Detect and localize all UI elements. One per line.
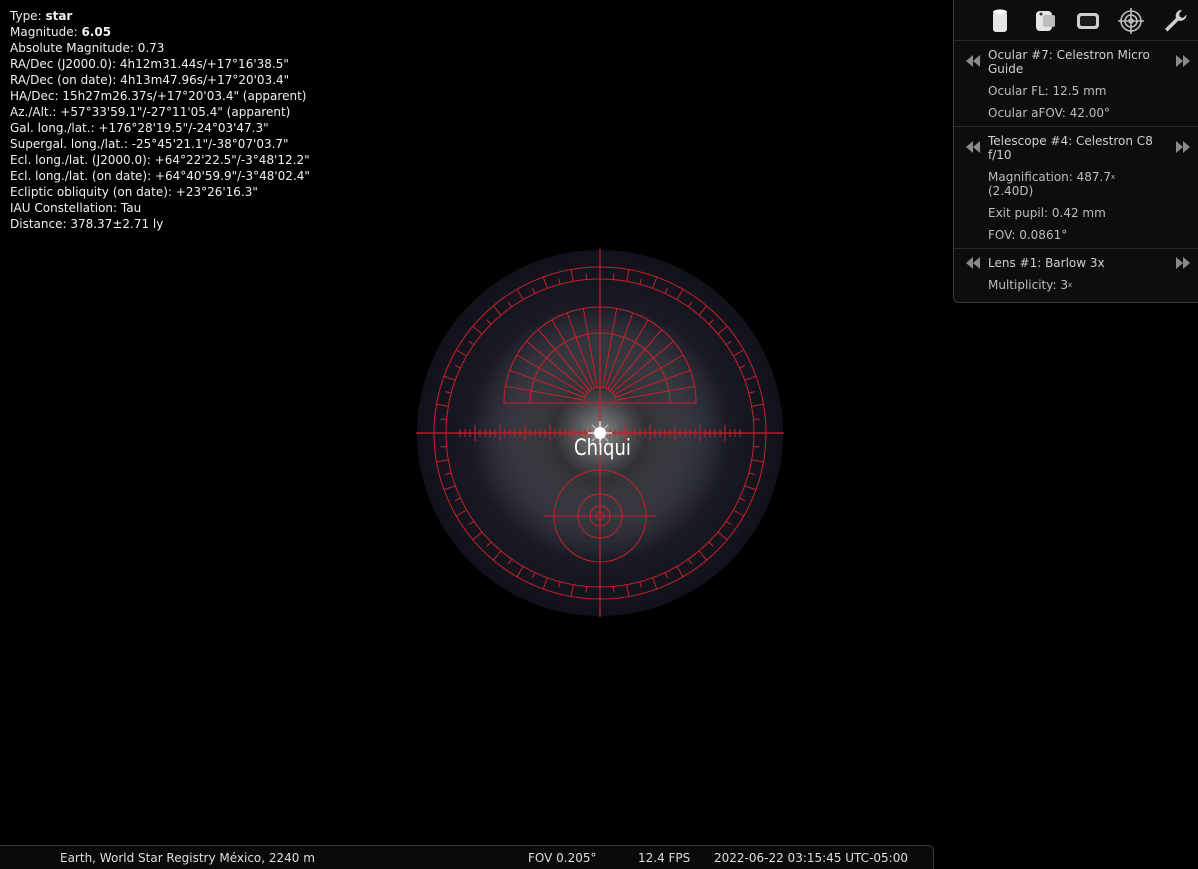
info-line: Az./Alt.: +57°33'59.1"/-27°11'05.4" (app… [10, 105, 291, 119]
ocular-fl: Ocular FL: 12.5 mm [988, 84, 1107, 98]
star-name-label[interactable]: Chiqui [574, 436, 631, 461]
reticle-angle-tick [612, 273, 615, 280]
lens-selector: Lens #1: Barlow 3x [954, 254, 1198, 274]
info-line: RA/Dec (on date): 4h13m47.96s/+17°20'03.… [10, 73, 290, 87]
reticle-angle-tick [753, 418, 760, 421]
info-line: Ecl. long./lat. (J2000.0): +64°22'22.5"/… [10, 153, 310, 167]
object-info-panel: Type: star Magnitude: 6.05 Absolute Magn… [10, 8, 310, 232]
prev-ocular-icon[interactable] [966, 55, 980, 67]
info-line: Distance: 378.37±2.71 ly [10, 217, 164, 231]
divider [954, 40, 1198, 41]
info-line: Absolute Magnitude: 0.73 [10, 41, 165, 55]
fps-label: 12.4 FPS [638, 851, 691, 865]
wrench-icon[interactable] [1160, 6, 1190, 36]
sensor-frame-icon[interactable] [1029, 6, 1059, 36]
ocular-view-icon[interactable] [985, 6, 1015, 36]
ocular-selector: Ocular #7: Celestron Micro Guide [954, 48, 1198, 76]
telescope-name: Telescope #4: Celestron C8 f/10 [988, 134, 1153, 162]
divider [954, 248, 1198, 249]
crosshair-icon[interactable] [1073, 6, 1103, 36]
next-telescope-icon[interactable] [1176, 141, 1190, 153]
reticle-angle-tick [440, 445, 447, 448]
oculars-toolbar [954, 6, 1198, 36]
info-line: HA/Dec: 15h27m26.37s/+17°20'03.4" (appar… [10, 89, 307, 103]
info-line: RA/Dec (J2000.0): 4h12m31.44s/+17°16'38.… [10, 57, 289, 71]
oculars-panel: Ocular #7: Celestron Micro Guide Ocular … [953, 0, 1198, 303]
object-magnitude: Magnitude: 6.05 [10, 25, 112, 39]
info-line: Ecl. long./lat. (on date): +64°40'59.9"/… [10, 169, 310, 183]
telescope-fov: FOV: 0.0861° [988, 228, 1068, 242]
prev-telescope-icon[interactable] [966, 141, 980, 153]
rings-icon[interactable] [1116, 6, 1146, 36]
info-line: Supergal. long./lat.: -25°45'21.1"/-38°0… [10, 137, 289, 151]
next-lens-icon[interactable] [1176, 257, 1190, 269]
telescope-selector: Telescope #4: Celestron C8 f/10 [954, 134, 1198, 162]
magnification-d: (2.40D) [988, 184, 1034, 198]
ocular-name: Ocular #7: Celestron Micro Guide [988, 48, 1150, 76]
location-label[interactable]: Earth, World Star Registry México, 2240 … [60, 851, 315, 865]
divider [954, 126, 1198, 127]
ocular-afov: Ocular aFOV: 42.00° [988, 106, 1111, 120]
object-type: Type: star [10, 9, 73, 23]
magnification: Magnification: 487.7x [988, 170, 1116, 184]
status-bar: Earth, World Star Registry México, 2240 … [0, 845, 934, 869]
info-line: Gal. long./lat.: +176°28'19.5"/-24°03'47… [10, 121, 269, 135]
next-ocular-icon[interactable] [1176, 55, 1190, 67]
datetime-label[interactable]: 2022-06-22 03:15:45 UTC-05:00 [714, 851, 908, 865]
reticle-angle-tick [440, 418, 447, 421]
lens-multiplicity: Multiplicity: 3x [988, 278, 1073, 292]
reticle-angle-tick [612, 586, 615, 593]
reticle-angle-tick [585, 586, 588, 593]
reticle-angle-tick [585, 273, 588, 280]
info-line: Ecliptic obliquity (on date): +23°26'16.… [10, 185, 258, 199]
info-line: IAU Constellation: Tau [10, 201, 142, 215]
fov-label: FOV 0.205° [528, 851, 597, 865]
reticle-angle-tick [753, 445, 760, 448]
exit-pupil: Exit pupil: 0.42 mm [988, 206, 1106, 220]
prev-lens-icon[interactable] [966, 257, 980, 269]
lens-name: Lens #1: Barlow 3x [988, 256, 1105, 270]
